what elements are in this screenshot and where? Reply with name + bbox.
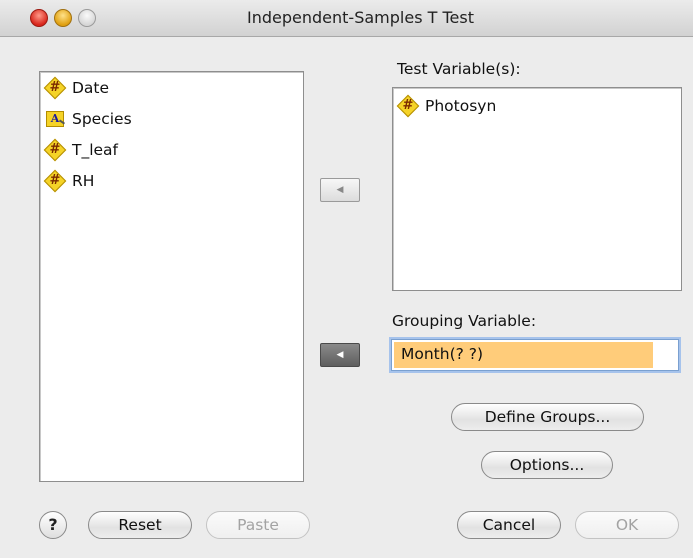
dialog-window: Independent-Samples T Test # Date A Spec… xyxy=(0,0,693,558)
numeric-variable-icon: # xyxy=(396,94,420,118)
test-variables-list[interactable]: # Photosyn xyxy=(392,87,682,291)
variable-name: T_leaf xyxy=(72,141,119,159)
grouping-variable-field[interactable]: Month(? ?) xyxy=(391,339,679,371)
numeric-variable-icon: # xyxy=(43,76,67,100)
test-variables-label: Test Variable(s): xyxy=(397,60,521,78)
variable-item-rh[interactable]: # RH xyxy=(43,169,95,193)
grouping-variable-value: Month(? ?) xyxy=(401,345,484,363)
window-title: Independent-Samples T Test xyxy=(247,8,474,27)
variable-item-t-leaf[interactable]: # T_leaf xyxy=(43,138,119,162)
numeric-variable-icon: # xyxy=(43,138,67,162)
cancel-button[interactable]: Cancel xyxy=(457,511,561,539)
numeric-variable-icon: # xyxy=(43,169,67,193)
reset-button[interactable]: Reset xyxy=(88,511,192,539)
arrow-left-icon: ◀ xyxy=(336,350,344,360)
variable-item-date[interactable]: # Date xyxy=(43,76,110,100)
variable-item-species[interactable]: A Species xyxy=(44,107,132,131)
move-test-variable-button[interactable]: ◀ xyxy=(320,178,360,202)
define-groups-button[interactable]: Define Groups... xyxy=(451,403,644,431)
move-grouping-variable-button[interactable]: ◀ xyxy=(320,343,360,367)
help-button[interactable]: ? xyxy=(39,511,67,539)
string-variable-icon: A xyxy=(44,109,66,129)
variable-name: Date xyxy=(72,79,110,97)
title-bar: Independent-Samples T Test xyxy=(0,0,693,37)
source-variable-list[interactable]: # Date A Species # T_leaf # RH xyxy=(39,71,304,482)
grouping-variable-label: Grouping Variable: xyxy=(392,312,537,330)
test-variable-item-photosyn[interactable]: # Photosyn xyxy=(396,94,497,118)
variable-name: Photosyn xyxy=(425,97,497,115)
variable-name: RH xyxy=(72,172,95,190)
ok-button[interactable]: OK xyxy=(575,511,679,539)
variable-name: Species xyxy=(72,110,132,128)
options-button[interactable]: Options... xyxy=(481,451,613,479)
paste-button[interactable]: Paste xyxy=(206,511,310,539)
arrow-left-icon: ◀ xyxy=(336,185,344,195)
